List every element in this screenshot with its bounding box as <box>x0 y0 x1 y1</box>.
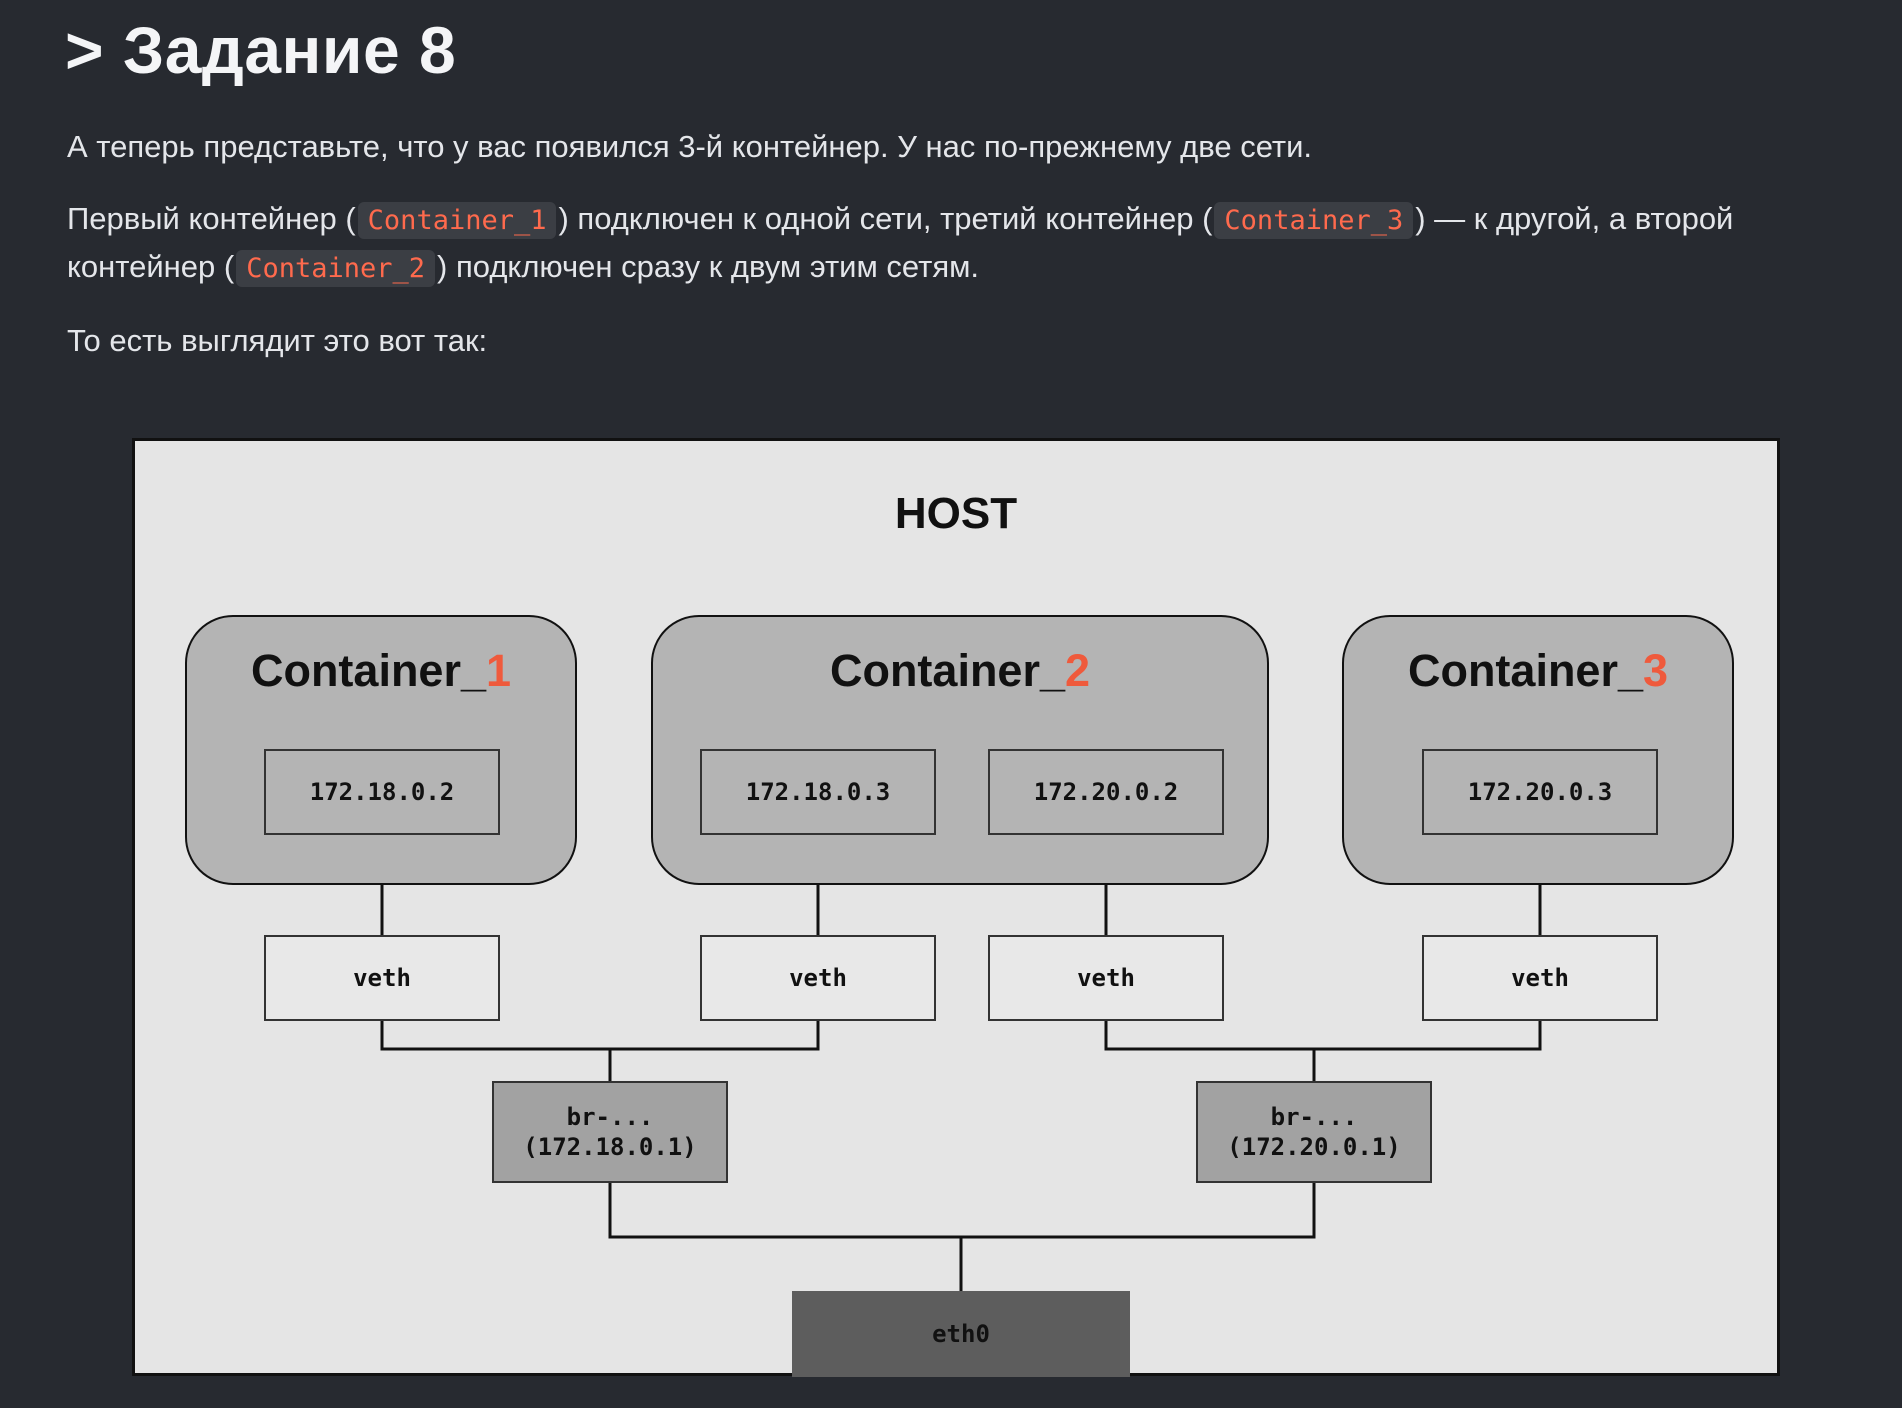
description-text: Первый контейнер ( <box>67 201 356 236</box>
ip-box-container-1: 172.18.0.2 <box>264 749 500 835</box>
link-veth-pair-net1 <box>380 1021 820 1051</box>
network-diagram: HOST Container_1 Container_2 Container_3… <box>132 438 1780 1377</box>
inline-code-container-3: Container_3 <box>1214 202 1414 239</box>
connector-lines <box>380 835 1542 1291</box>
description-text: ) подключен к одной сети, третий контейн… <box>558 201 1213 236</box>
container-number: 1 <box>486 645 512 696</box>
diagram-caption: То есть выглядит это вот так: <box>67 323 488 358</box>
container-title-prefix: Container_ <box>250 645 486 696</box>
host-label: HOST <box>894 489 1018 538</box>
veth-box-4: veth <box>1422 935 1658 1021</box>
ip-box-container-3: 172.20.0.3 <box>1422 749 1658 835</box>
inline-code-container-2: Container_2 <box>236 250 436 287</box>
container-3-title: Container_3 <box>1344 645 1732 697</box>
container-2-title: Container_2 <box>653 645 1267 697</box>
container-number: 2 <box>1065 645 1091 696</box>
link-veth-pair-net2 <box>1104 1021 1542 1051</box>
bridge-name: br-... <box>566 1103 654 1131</box>
bridge-box-net2: br-... (172.20.0.1) <box>1196 1081 1432 1183</box>
container-title-prefix: Container_ <box>829 645 1065 696</box>
bridge-box-net1: br-... (172.18.0.1) <box>492 1081 728 1183</box>
description-paragraph: Первый контейнер (Container_1) подключен… <box>67 196 1847 292</box>
link-bridges-bus <box>608 1183 1316 1239</box>
container-1-title: Container_1 <box>187 645 575 697</box>
veth-box-1: veth <box>264 935 500 1021</box>
veth-box-2: veth <box>700 935 936 1021</box>
intro-paragraph: А теперь представьте, что у вас появился… <box>67 129 1313 164</box>
page-title: > Задание 8 <box>65 13 457 87</box>
bridge-name: br-... <box>1270 1103 1358 1131</box>
inline-code-container-1: Container_1 <box>357 202 557 239</box>
ip-box-container-2-net1: 172.18.0.3 <box>700 749 936 835</box>
veth-box-3: veth <box>988 935 1224 1021</box>
bridge-ip: (172.18.0.1) <box>523 1133 697 1161</box>
bridge-ip: (172.20.0.1) <box>1227 1133 1401 1161</box>
container-title-prefix: Container_ <box>1407 645 1643 696</box>
ip-box-container-2-net2: 172.20.0.2 <box>988 749 1224 835</box>
container-number: 3 <box>1643 645 1669 696</box>
description-text: ) подключен сразу к двум этим сетям. <box>437 249 980 284</box>
eth0-box: eth0 <box>792 1291 1130 1377</box>
